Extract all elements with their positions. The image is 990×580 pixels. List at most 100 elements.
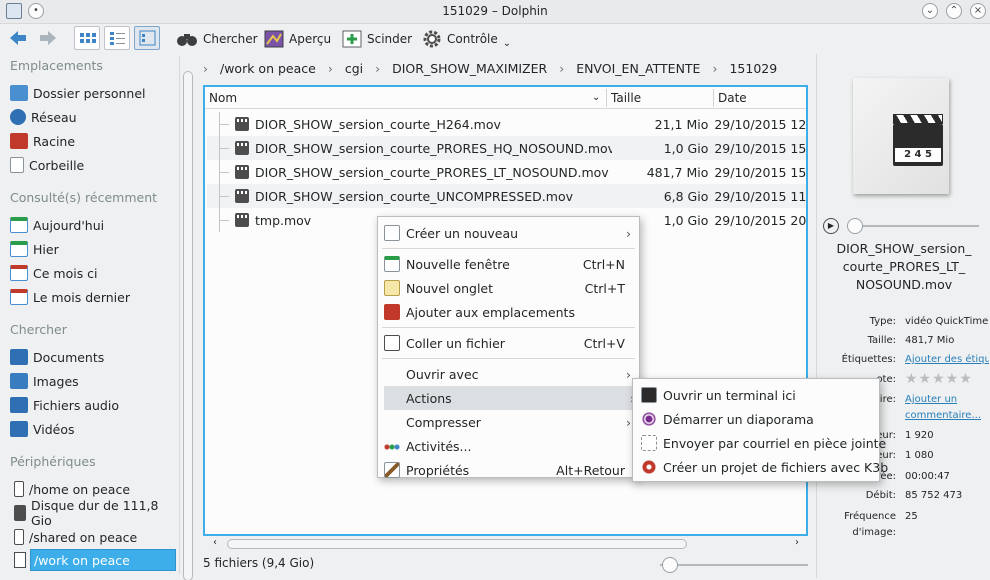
compact-view-button[interactable]	[104, 26, 130, 50]
file-row[interactable]: DIOR_SHOW_sersion_courte_UNCOMPRESSED.mo…	[207, 184, 806, 208]
menu-item-new-tab[interactable]: Nouvel onglet Ctrl+T	[378, 276, 639, 300]
search-button[interactable]: Chercher	[172, 27, 262, 51]
control-button[interactable]: Contrôle ⌄	[418, 27, 515, 51]
column-size[interactable]: Taille	[611, 91, 641, 105]
file-preview: 2 4 5	[853, 78, 949, 194]
device-home-on-peace[interactable]: /home on peace	[14, 478, 178, 500]
menu-item-open-with[interactable]: Ouvrir avec ›	[378, 362, 639, 386]
root-folder-icon	[10, 133, 28, 149]
submenu-item-k3b-project[interactable]: Créer un projet de fichiers avec K3b	[633, 455, 888, 479]
title-bar[interactable]: • 151029 – Dolphin ⌄ ⌃ ×	[0, 0, 990, 24]
place-network[interactable]: Réseau	[10, 106, 178, 128]
minimize-button[interactable]: ⌄	[922, 3, 938, 19]
add-tags-link[interactable]: Ajouter des étiqu	[905, 354, 989, 365]
place-last-month[interactable]: Le mois dernier	[10, 286, 178, 308]
split-button[interactable]: Scinder	[338, 27, 416, 51]
horizontal-scrollbar[interactable]: ‹ ›	[213, 537, 805, 551]
info-key: Taille:	[867, 335, 896, 346]
menu-item-new-window[interactable]: Nouvelle fenêtre Ctrl+N	[378, 252, 639, 276]
scrollbar-thumb[interactable]	[183, 71, 193, 580]
email-icon	[641, 435, 657, 451]
column-divider[interactable]	[606, 89, 607, 107]
drive-icon	[14, 481, 24, 497]
slideshow-eye-icon	[641, 411, 657, 427]
menu-item-properties[interactable]: Propriétés Alt+Retour	[378, 458, 639, 482]
maximize-button[interactable]: ⌃	[946, 3, 962, 19]
menu-item-activities[interactable]: Activités...	[378, 434, 639, 458]
menu-item-add-to-places[interactable]: Ajouter aux emplacements	[378, 300, 639, 324]
info-value: 85 752 473	[905, 490, 963, 501]
add-comment-link[interactable]: Ajouter un	[905, 394, 957, 405]
crumb-envoi[interactable]: ENVOI_EN_ATTENTE	[576, 61, 700, 76]
place-trash[interactable]: Corbeille	[10, 154, 178, 176]
add-comment-link[interactable]: commentaire...	[905, 410, 981, 421]
menu-separator	[382, 327, 635, 328]
crumb-cgi[interactable]: cgi	[345, 61, 363, 76]
clapperboard-icon: 2 4 5	[893, 114, 943, 166]
place-root[interactable]: Racine	[10, 130, 178, 152]
calendar-icon	[10, 241, 28, 257]
information-panel: 2 4 5 ▶ DIOR_SHOW_sersion_ courte_PRORES…	[816, 54, 990, 578]
submenu-item-open-terminal[interactable]: Ouvrir un terminal ici	[633, 383, 879, 407]
device-shared-on-peace[interactable]: /shared on peace	[14, 526, 178, 548]
media-player: ▶	[823, 216, 985, 236]
place-today[interactable]: Aujourd'hui	[10, 214, 178, 236]
place-images[interactable]: Images	[10, 370, 178, 392]
place-audio[interactable]: Fichiers audio	[10, 394, 178, 416]
icons-view-button[interactable]	[74, 26, 100, 50]
file-row[interactable]: DIOR_SHOW_sersion_courte_PRORES_HQ_NOSOU…	[207, 136, 806, 160]
menu-item-create-new[interactable]: Créer un nouveau ›	[378, 221, 639, 245]
device-work-on-peace[interactable]: /work on peace	[30, 549, 176, 571]
info-value: 1 920	[905, 430, 934, 441]
place-documents[interactable]: Documents	[10, 346, 178, 368]
gear-icon	[423, 30, 441, 48]
submenu-item-email-attachment[interactable]: Envoyer par courriel en pièce jointe	[633, 431, 886, 455]
seek-handle[interactable]	[847, 218, 863, 234]
place-videos[interactable]: Vidéos	[10, 418, 178, 440]
rating-stars[interactable]: ★★★★★	[905, 371, 973, 387]
device-hard-disk[interactable]: Disque dur de 111,8 Gio	[14, 498, 178, 528]
chevron-right-icon: ›	[712, 60, 718, 76]
crumb-dior[interactable]: DIOR_SHOW_MAXIMIZER	[392, 61, 547, 76]
column-date[interactable]: Date	[718, 91, 747, 105]
info-value: 25	[905, 511, 918, 522]
crumb-root[interactable]: /work on peace	[220, 61, 316, 76]
place-yesterday[interactable]: Hier	[10, 238, 178, 260]
scrollbar-thumb[interactable]	[227, 539, 687, 549]
scroll-right-icon[interactable]: ›	[795, 537, 799, 548]
new-tab-icon	[384, 280, 400, 296]
play-icon[interactable]: ▶	[823, 218, 839, 234]
place-this-month[interactable]: Ce mois ci	[10, 262, 178, 284]
status-text: 5 fichiers (9,4 Gio)	[203, 556, 315, 570]
file-row[interactable]: DIOR_SHOW_sersion_courte_H264.mov 21,1 Mi…	[207, 112, 806, 136]
back-button[interactable]	[8, 29, 28, 47]
column-divider[interactable]	[713, 89, 714, 107]
tree-line	[207, 208, 235, 232]
places-scrollbar[interactable]	[179, 56, 195, 580]
details-view-button[interactable]	[134, 26, 160, 50]
scroll-left-icon[interactable]: ‹	[213, 537, 217, 548]
preview-button[interactable]: Aperçu	[260, 27, 335, 51]
close-button[interactable]: ×	[970, 3, 986, 19]
chevron-right-icon: ›	[203, 60, 208, 76]
place-home[interactable]: Dossier personnel	[10, 82, 178, 104]
crumb-current[interactable]: 151029	[729, 61, 777, 76]
preview-label: Aperçu	[289, 32, 332, 46]
calendar-icon	[10, 265, 28, 281]
seek-bar[interactable]	[851, 225, 979, 227]
menu-item-paste[interactable]: Coller un fichier Ctrl+V	[378, 331, 639, 355]
video-file-icon	[235, 189, 249, 203]
tree-line	[207, 136, 235, 160]
menu-item-compress[interactable]: Compresser ›	[378, 410, 639, 434]
submenu-item-slideshow[interactable]: Démarrer un diaporama	[633, 407, 879, 431]
column-name[interactable]: Nom	[209, 91, 237, 105]
forward-button[interactable]	[38, 29, 58, 47]
section-title: Emplacements	[10, 58, 103, 73]
video-file-icon	[235, 213, 249, 227]
info-key: Type:	[869, 316, 896, 327]
zoom-slider[interactable]	[660, 557, 808, 573]
breadcrumb: › /work on peace › cgi › DIOR_SHOW_MAXIM…	[203, 56, 808, 80]
file-row[interactable]: DIOR_SHOW_sersion_courte_PRORES_LT_NOSOU…	[207, 160, 806, 184]
menu-item-actions[interactable]: Actions›	[384, 386, 637, 410]
zoom-slider-handle[interactable]	[662, 557, 678, 573]
